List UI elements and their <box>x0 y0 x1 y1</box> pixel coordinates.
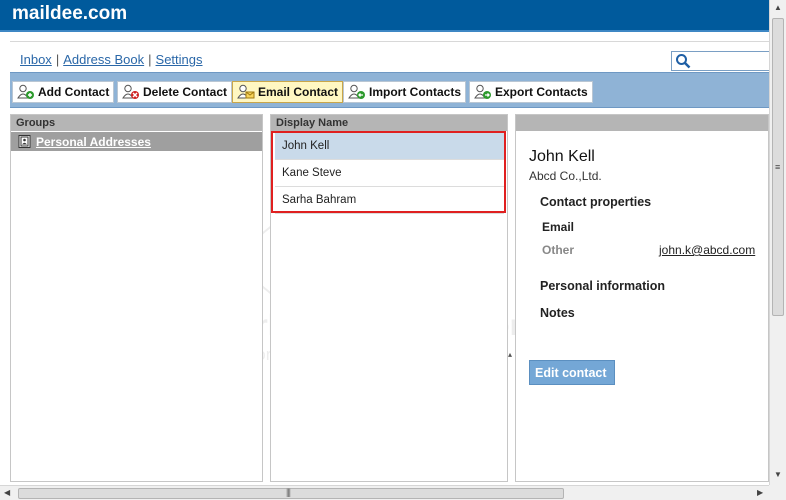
export-contacts-label: Export Contacts <box>495 85 588 99</box>
contact-properties-heading: Contact properties <box>540 195 652 209</box>
edit-contact-button[interactable]: Edit contact <box>529 360 615 385</box>
horizontal-grip-icon: ||| <box>286 487 291 497</box>
horizontal-scroll-thumb[interactable]: ||| <box>18 487 564 499</box>
delete-contact-icon <box>122 84 139 99</box>
other-email-link[interactable]: john.k@abcd.com <box>659 243 755 257</box>
group-item-label: Personal Addresses <box>36 135 151 149</box>
personal-information-heading: Personal information <box>540 279 666 293</box>
scrollbar-corner <box>769 485 786 500</box>
nav-separator: | <box>148 52 152 67</box>
contact-row-kane-steve[interactable]: Kane Steve <box>275 160 504 187</box>
brand-logo: maildee.com <box>12 3 128 24</box>
app-window: maildee.com Inbox | Address Book | Settings … <box>0 0 786 500</box>
contacts-panel: Display Name John Kell Kane Steve Sarha … <box>270 114 508 482</box>
vertical-grip-icon: ≡ <box>775 162 781 172</box>
horizontal-scrollbar[interactable]: ◀ ||| ▶ <box>0 485 769 500</box>
scroll-left-arrow[interactable]: ◀ <box>4 488 10 497</box>
nav-link-inbox[interactable]: Inbox <box>20 52 52 67</box>
search-input[interactable] <box>671 51 781 71</box>
title-bar-divider <box>0 30 769 32</box>
title-bar: maildee.com <box>0 0 769 30</box>
add-contact-label: Add Contact <box>38 85 110 99</box>
contact-row-john-kell[interactable]: John Kell <box>275 133 504 160</box>
delete-contact-button[interactable]: Delete Contact <box>117 81 233 103</box>
toolbar: Add Contact Delete Contact Email Contact… <box>10 72 769 108</box>
import-contacts-icon <box>348 84 365 99</box>
add-contact-icon <box>17 84 34 99</box>
export-contacts-icon <box>474 84 491 99</box>
group-item-personal-addresses[interactable]: Personal Addresses <box>11 132 262 151</box>
nav-links: Inbox | Address Book | Settings <box>20 52 203 67</box>
add-contact-button[interactable]: Add Contact <box>12 81 115 103</box>
contact-details-panel: John Kell Abcd Co.,Ltd. Contact properti… <box>515 114 769 482</box>
other-label: Other <box>542 243 575 257</box>
delete-contact-label: Delete Contact <box>143 85 228 99</box>
display-name-header: Display Name <box>271 115 507 131</box>
import-contacts-label: Import Contacts <box>369 85 462 99</box>
import-contacts-button[interactable]: Import Contacts <box>343 81 467 103</box>
email-contact-label: Email Contact <box>258 85 339 99</box>
nav-bar: Inbox | Address Book | Settings <box>10 41 769 71</box>
groups-panel: Groups Personal Addresses <box>10 114 263 482</box>
email-contact-button[interactable]: Email Contact <box>232 81 344 103</box>
export-contacts-button[interactable]: Export Contacts <box>469 81 593 103</box>
contact-name: John Kell <box>529 148 595 165</box>
address-book-icon <box>18 135 31 148</box>
scroll-down-arrow[interactable]: ▼ <box>774 470 782 479</box>
nav-link-address-book[interactable]: Address Book <box>63 52 144 67</box>
details-header <box>516 115 768 131</box>
email-label: Email <box>542 220 575 234</box>
contact-row-sarha-bahram[interactable]: Sarha Bahram <box>275 187 504 214</box>
scroll-up-arrow[interactable]: ▲ <box>774 3 782 12</box>
notes-heading: Notes <box>540 306 575 320</box>
panel-splitter-handle[interactable]: ▴ <box>508 350 514 359</box>
nav-link-settings[interactable]: Settings <box>156 52 203 67</box>
search-icon <box>676 54 691 69</box>
email-contact-icon <box>237 84 255 99</box>
nav-separator: | <box>55 52 60 67</box>
vertical-scrollbar[interactable]: ▲ ≡ ▼ <box>769 0 786 485</box>
scroll-right-arrow[interactable]: ▶ <box>757 488 763 497</box>
contact-company: Abcd Co.,Ltd. <box>529 169 602 183</box>
groups-header: Groups <box>11 115 262 131</box>
